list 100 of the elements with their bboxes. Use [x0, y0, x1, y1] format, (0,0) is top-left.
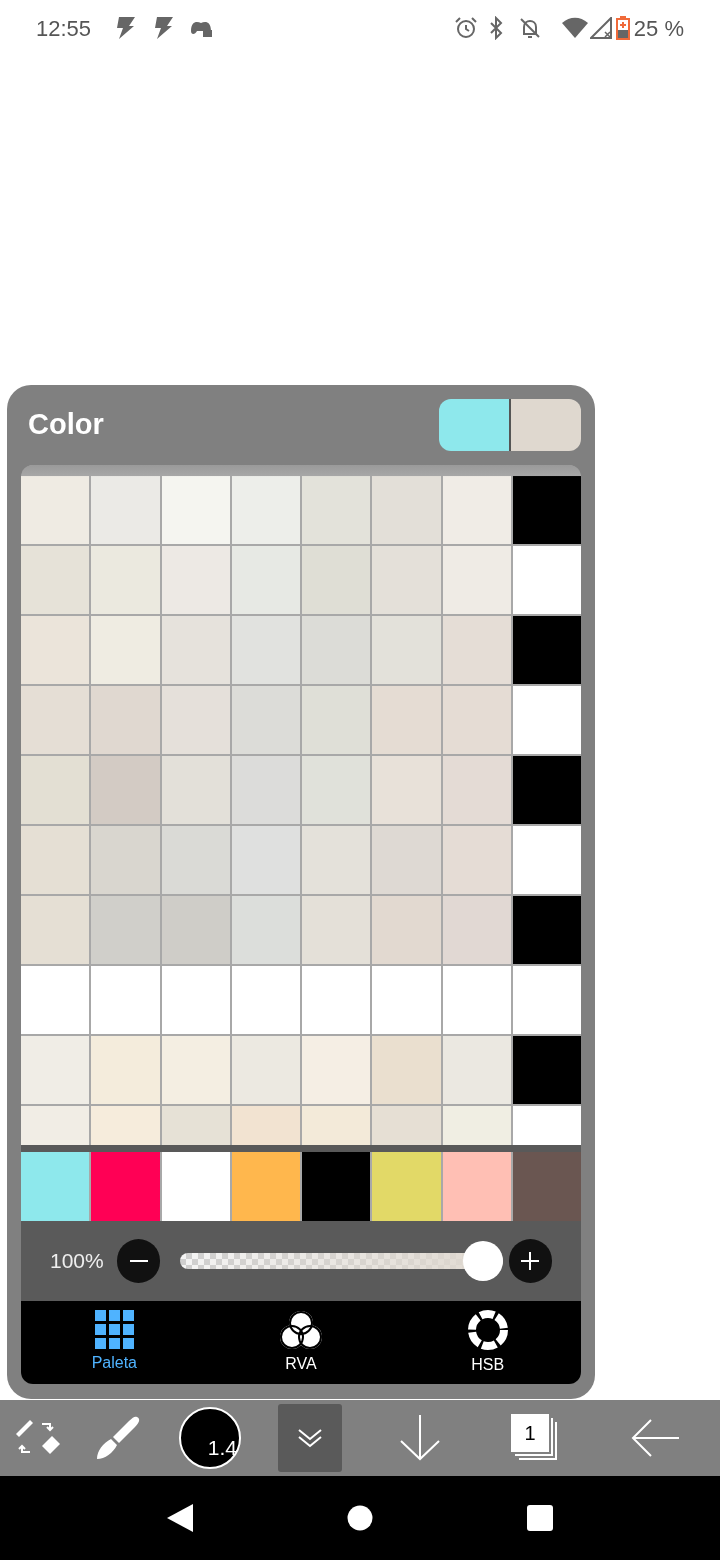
color-swatch[interactable]	[161, 616, 230, 684]
color-swatch[interactable]	[161, 826, 230, 894]
color-swatch[interactable]	[231, 546, 300, 614]
recent-color-swatch[interactable]	[231, 1152, 300, 1221]
home-icon[interactable]	[347, 1505, 373, 1531]
back-arrow-icon[interactable]	[631, 1418, 679, 1458]
color-swatch[interactable]	[512, 686, 581, 754]
color-swatch[interactable]	[161, 686, 230, 754]
color-swatch[interactable]	[91, 686, 160, 754]
color-swatch[interactable]	[231, 896, 300, 964]
color-swatch[interactable]	[372, 616, 441, 684]
color-mode-tab[interactable]: RVA	[207, 1301, 395, 1384]
color-swatch[interactable]	[231, 826, 300, 894]
color-swatch[interactable]	[91, 616, 160, 684]
chevrons-down-icon	[298, 1428, 322, 1448]
color-swatch[interactable]	[21, 756, 90, 824]
color-swatch[interactable]	[91, 476, 160, 544]
color-swatch[interactable]	[372, 686, 441, 754]
color-swatch[interactable]	[442, 1036, 511, 1104]
recent-color-swatch[interactable]	[512, 1152, 581, 1221]
color-swatch[interactable]	[21, 546, 90, 614]
color-swatch[interactable]	[302, 616, 371, 684]
color-swatch[interactable]	[302, 966, 371, 1034]
color-swatch[interactable]	[442, 616, 511, 684]
color-swatch[interactable]	[512, 476, 581, 544]
recent-color-swatch[interactable]	[302, 1152, 371, 1221]
recent-color-swatch[interactable]	[91, 1152, 160, 1221]
color-swatch[interactable]	[21, 826, 90, 894]
color-swatch[interactable]	[161, 476, 230, 544]
grid-icon	[94, 1310, 134, 1349]
paintbrush-icon[interactable]	[95, 1415, 141, 1461]
color-swatch[interactable]	[512, 896, 581, 964]
color-swatch[interactable]	[302, 686, 371, 754]
color-swatch[interactable]	[161, 896, 230, 964]
color-swatch[interactable]	[372, 966, 441, 1034]
color-swatch[interactable]	[372, 826, 441, 894]
color-swatch[interactable]	[512, 826, 581, 894]
decrease-button[interactable]	[116, 1239, 161, 1283]
recent-color-swatch[interactable]	[372, 1152, 441, 1221]
color-swatch[interactable]	[231, 616, 300, 684]
opacity-reading: 100%	[50, 1248, 105, 1275]
color-swatch[interactable]	[91, 896, 160, 964]
color-swatch[interactable]	[442, 686, 511, 754]
current-color-swatch[interactable]	[509, 399, 581, 451]
color-swatch[interactable]	[372, 1036, 441, 1104]
color-swatch[interactable]	[231, 756, 300, 824]
color-swatch[interactable]	[372, 756, 441, 824]
back-icon[interactable]	[167, 1504, 193, 1532]
color-swatch[interactable]	[372, 476, 441, 544]
color-swatch[interactable]	[512, 966, 581, 1034]
recent-color-swatch[interactable]	[442, 1152, 511, 1221]
recent-color-swatch[interactable]	[21, 1152, 90, 1221]
color-swatch[interactable]	[302, 546, 371, 614]
color-swatch[interactable]	[91, 546, 160, 614]
color-swatch[interactable]	[442, 896, 511, 964]
color-swatch[interactable]	[442, 756, 511, 824]
color-swatch[interactable]	[161, 1036, 230, 1104]
color-swatch[interactable]	[21, 616, 90, 684]
color-swatch[interactable]	[302, 896, 371, 964]
color-swatch[interactable]	[512, 1036, 581, 1104]
collapse-button[interactable]	[278, 1404, 342, 1472]
color-swatch[interactable]	[231, 1036, 300, 1104]
recent-color-swatch[interactable]	[161, 1152, 230, 1221]
color-swatch[interactable]	[302, 476, 371, 544]
down-arrow-icon[interactable]	[399, 1415, 441, 1461]
color-swatch[interactable]	[91, 966, 160, 1034]
recents-icon[interactable]	[527, 1505, 553, 1531]
color-swatch[interactable]	[91, 756, 160, 824]
opacity-slider[interactable]	[180, 1241, 503, 1281]
color-swatch[interactable]	[442, 546, 511, 614]
color-swatch[interactable]	[91, 826, 160, 894]
current-color-swatch[interactable]	[439, 399, 509, 451]
color-swatch[interactable]	[302, 756, 371, 824]
color-swatch[interactable]	[372, 546, 441, 614]
increase-button[interactable]	[508, 1239, 552, 1283]
color-swatch[interactable]	[372, 896, 441, 964]
color-swatch[interactable]	[442, 966, 511, 1034]
color-swatch[interactable]	[512, 616, 581, 684]
color-swatch[interactable]	[21, 966, 90, 1034]
color-swatch[interactable]	[91, 1036, 160, 1104]
color-swatch[interactable]	[302, 826, 371, 894]
slider-thumb[interactable]	[462, 1241, 503, 1281]
color-swatch[interactable]	[231, 476, 300, 544]
color-swatch[interactable]	[231, 966, 300, 1034]
color-swatch[interactable]	[512, 546, 581, 614]
color-swatch[interactable]	[442, 826, 511, 894]
color-swatch[interactable]	[21, 1036, 90, 1104]
color-swatch[interactable]	[512, 756, 581, 824]
color-swatch[interactable]	[302, 1036, 371, 1104]
brush-size-button[interactable]: 1.4	[179, 1407, 241, 1469]
color-swatch[interactable]	[21, 896, 90, 964]
color-mode-tab[interactable]: HSB	[394, 1301, 581, 1384]
color-swatch[interactable]	[161, 966, 230, 1034]
color-swatch[interactable]	[21, 476, 90, 544]
color-mode-tab[interactable]: Paleta	[21, 1301, 208, 1384]
color-swatch[interactable]	[161, 546, 230, 614]
color-swatch[interactable]	[161, 756, 230, 824]
color-swatch[interactable]	[21, 686, 90, 754]
color-swatch[interactable]	[231, 686, 300, 754]
color-swatch[interactable]	[442, 476, 511, 544]
